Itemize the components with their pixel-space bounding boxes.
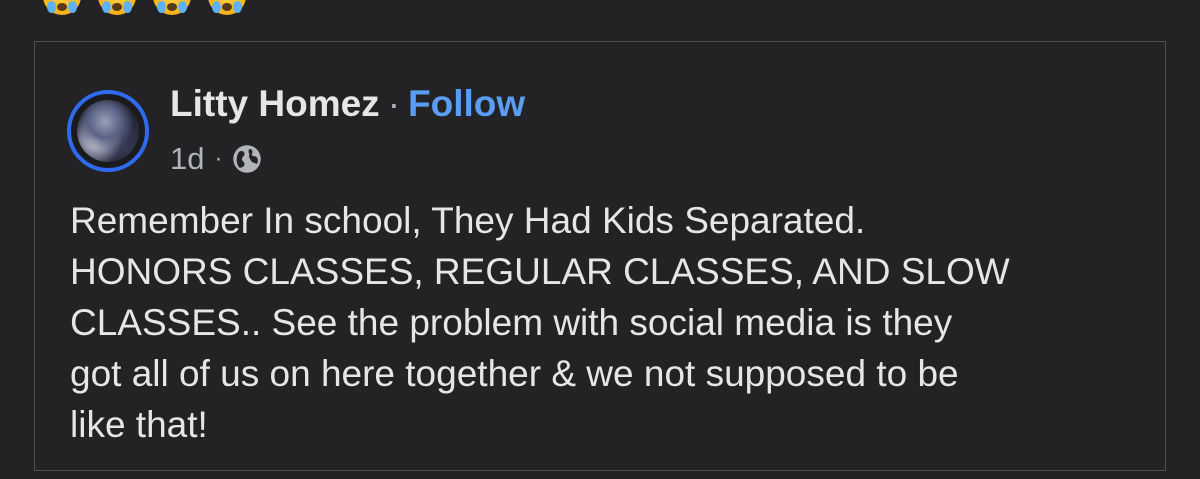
reaction-row — [40, 0, 249, 18]
crying-face-icon[interactable] — [95, 0, 139, 18]
screen: Litty Homez · Follow 1d · Remember In scho… — [0, 0, 1200, 479]
avatar[interactable] — [67, 90, 149, 172]
author-name[interactable]: Litty Homez — [170, 83, 380, 124]
crying-face-icon[interactable] — [150, 0, 194, 18]
crying-face-icon[interactable] — [205, 0, 249, 18]
shared-post-card[interactable]: Litty Homez · Follow 1d · Remember In scho… — [34, 41, 1166, 471]
post-body-text: Remember In school, They Had Kids Separa… — [70, 200, 1010, 445]
post-timestamp[interactable]: 1d — [170, 141, 204, 177]
post-header: Litty Homez · Follow — [170, 82, 525, 126]
crying-face-icon[interactable] — [40, 0, 84, 18]
post-meta: 1d · — [170, 141, 262, 177]
header-separator: · — [387, 83, 401, 124]
meta-separator: · — [214, 145, 223, 172]
follow-button[interactable]: Follow — [408, 83, 525, 124]
avatar-photo — [77, 100, 139, 162]
globe-icon[interactable] — [232, 144, 262, 174]
